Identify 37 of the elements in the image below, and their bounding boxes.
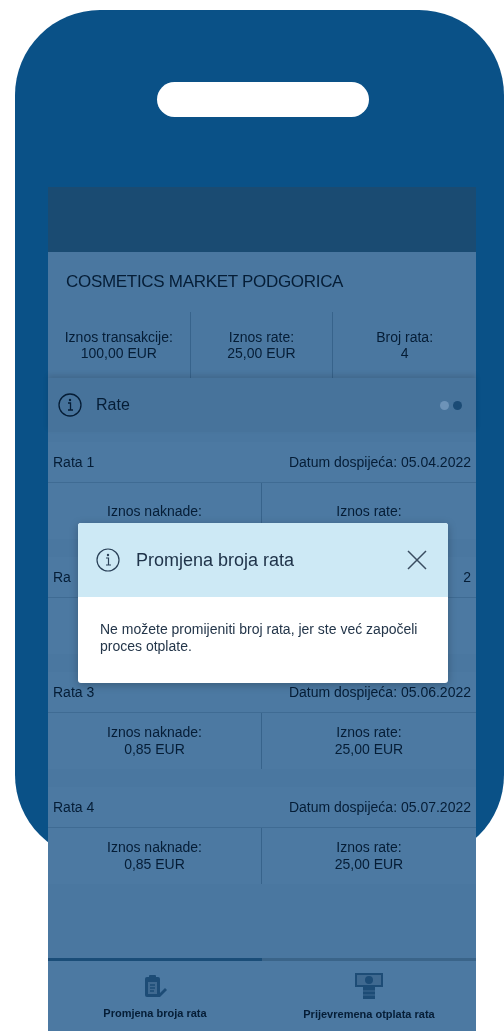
installment-title: Rata 3 bbox=[53, 684, 95, 700]
tab[interactable]: Prijevremena otplata rata bbox=[262, 958, 476, 1031]
dialog-title: Promjena broja rata bbox=[136, 549, 296, 571]
page-dot[interactable] bbox=[440, 400, 449, 410]
fee-value: 0,85 EUR bbox=[124, 856, 185, 873]
dialog-message: Ne možete promijeniti broj rata, jer ste već započeli proces otplate. bbox=[99, 620, 419, 655]
summary-label: Iznos rate: bbox=[228, 329, 295, 345]
section-title: Rate bbox=[96, 396, 131, 414]
clipboard-icon bbox=[142, 973, 168, 999]
due-date: Datum dospijeća: 05.06.2022 bbox=[288, 684, 471, 700]
info-icon bbox=[96, 548, 120, 572]
due-date: Datum dospijeća: 05.07.2022 bbox=[288, 799, 471, 815]
summary-value: 4 bbox=[400, 345, 409, 361]
fee-label: Iznos naknade: bbox=[107, 502, 202, 520]
due-date: Datum dospijeća: 05.04.2022 bbox=[288, 454, 471, 470]
amount-label: Iznos rate: bbox=[336, 724, 402, 741]
fee-value: 0,85 EUR bbox=[124, 741, 185, 758]
summary-value: 100,00 EUR bbox=[80, 345, 157, 361]
summary-value: 25,00 EUR bbox=[227, 345, 296, 361]
merchant-name: COSMETICS MARKET PODGORICA bbox=[66, 272, 344, 292]
cash-icon bbox=[354, 972, 384, 1000]
close-icon[interactable] bbox=[406, 549, 428, 571]
amount-label: Iznos rate: bbox=[336, 839, 402, 856]
fee-label: Iznos naknade: bbox=[107, 724, 202, 741]
installment-title: Ra bbox=[53, 569, 71, 585]
amount-label: Iznos rate: bbox=[336, 502, 402, 520]
installment-title: Rata 4 bbox=[53, 799, 95, 815]
due-date: 2 bbox=[463, 569, 471, 585]
amount-value: 25,00 EUR bbox=[334, 741, 404, 758]
fee-label: Iznos naknade: bbox=[107, 839, 202, 856]
summary-label: Broj rata: bbox=[376, 329, 434, 345]
info-icon bbox=[58, 393, 82, 417]
summary-label: Iznos transakcije: bbox=[64, 329, 173, 345]
installment-title: Rata 1 bbox=[53, 454, 95, 470]
tab[interactable]: Promjena broja rata bbox=[48, 958, 262, 1031]
page-dot[interactable] bbox=[453, 400, 462, 410]
amount-value: 25,00 EUR bbox=[334, 856, 404, 873]
